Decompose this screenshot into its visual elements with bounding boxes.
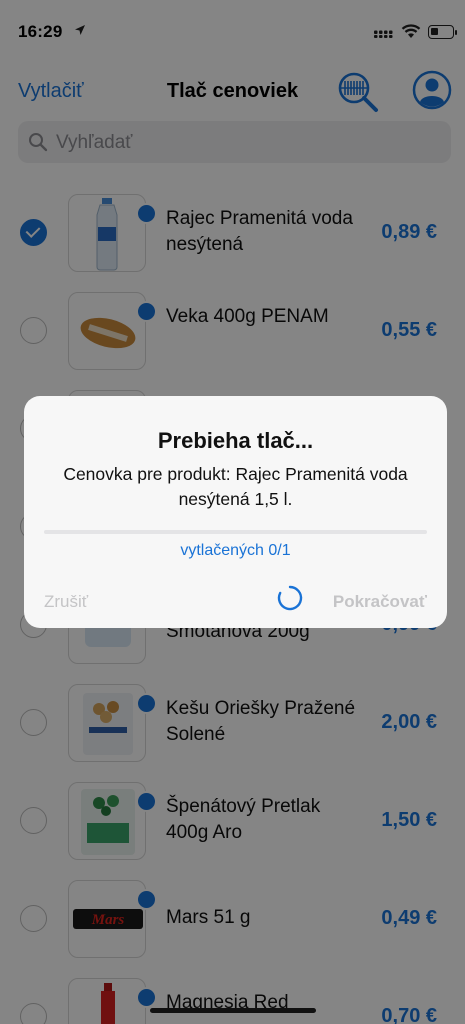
dialog-message: Cenovka pre produkt: Rajec Pramenitá vod… (63, 464, 408, 509)
dialog-title: Prebieha tlač... (157, 428, 314, 453)
progress-bar (44, 530, 427, 534)
cancel-button[interactable]: Zrušiť (44, 592, 88, 612)
progress-label: vytlačených 0/1 (180, 542, 291, 559)
print-progress-dialog: Prebieha tlač... Cenovka pre produkt: Ra… (24, 396, 447, 628)
continue-button[interactable]: Pokračovať (333, 592, 427, 612)
loading-spinner-icon (277, 585, 303, 611)
home-indicator (150, 1008, 316, 1013)
